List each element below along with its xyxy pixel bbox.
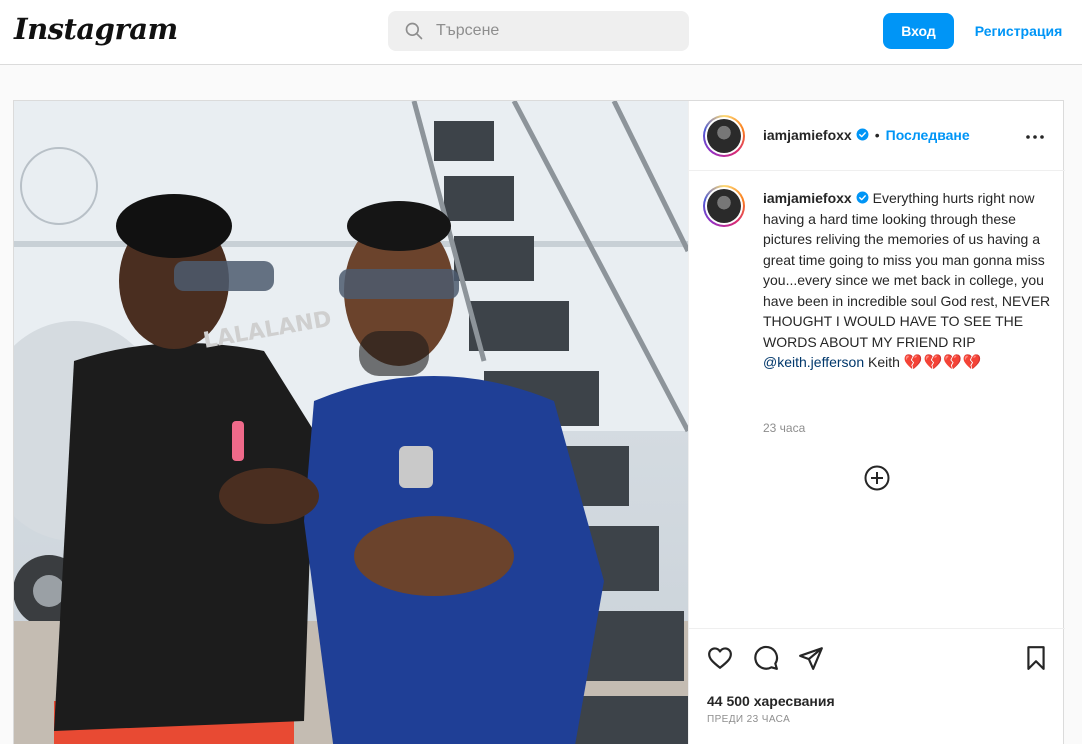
caption-timestamp: 23 часа [763, 421, 806, 435]
separator-dot: • [874, 127, 880, 143]
author-avatar[interactable] [703, 115, 745, 157]
post-caption: iamjamiefoxx Everything hurts right now … [763, 188, 1053, 374]
bookmark-icon[interactable] [1023, 645, 1049, 671]
verified-badge-icon [856, 191, 869, 204]
post-sidebar: iamjamiefoxx • Последване iamjamiefoxx Eve… [688, 101, 1065, 744]
search-input[interactable] [436, 11, 676, 51]
more-options-icon[interactable] [1023, 125, 1047, 149]
caption-author-avatar[interactable] [703, 185, 745, 227]
follow-button[interactable]: Последване [886, 127, 970, 143]
heart-icon[interactable] [707, 645, 733, 671]
post-actions-section: 44 500 харесвания ПРЕДИ 23 ЧАСА [689, 628, 1065, 744]
likes-count[interactable]: 44 500 харесвания [707, 693, 835, 709]
login-button[interactable]: Вход [883, 13, 954, 49]
register-button[interactable]: Регистрация [966, 13, 1071, 49]
instagram-logo[interactable]: Instagram [14, 12, 178, 46]
caption-mention-link[interactable]: @keith.jefferson [763, 354, 864, 370]
author-line: iamjamiefoxx • Последване [763, 127, 970, 145]
post-card: LALALAND iamjamiefoxx • Последване iamja… [13, 100, 1065, 744]
search-box[interactable] [388, 11, 689, 51]
author-username[interactable]: iamjamiefoxx [763, 127, 852, 143]
post-timestamp[interactable]: ПРЕДИ 23 ЧАСА [707, 714, 790, 725]
photo-two-men-by-jet-stairs: LALALAND [14, 101, 688, 744]
caption-text: Everything hurts right now having a hard… [763, 190, 1051, 350]
search-icon [405, 22, 423, 40]
top-navigation-bar: Instagram Вход Регистрация [0, 0, 1082, 65]
verified-badge-icon [856, 128, 869, 141]
comment-icon[interactable] [753, 645, 779, 671]
broken-heart-emojis: 💔💔💔💔 [903, 354, 983, 371]
post-author-header: iamjamiefoxx • Последване [689, 101, 1065, 171]
post-photo[interactable]: LALALAND [14, 101, 688, 744]
caption-after-mention: Keith [868, 354, 900, 370]
plus-circle-icon[interactable] [863, 464, 891, 492]
caption-username[interactable]: iamjamiefoxx [763, 190, 852, 206]
share-icon[interactable] [798, 645, 824, 671]
